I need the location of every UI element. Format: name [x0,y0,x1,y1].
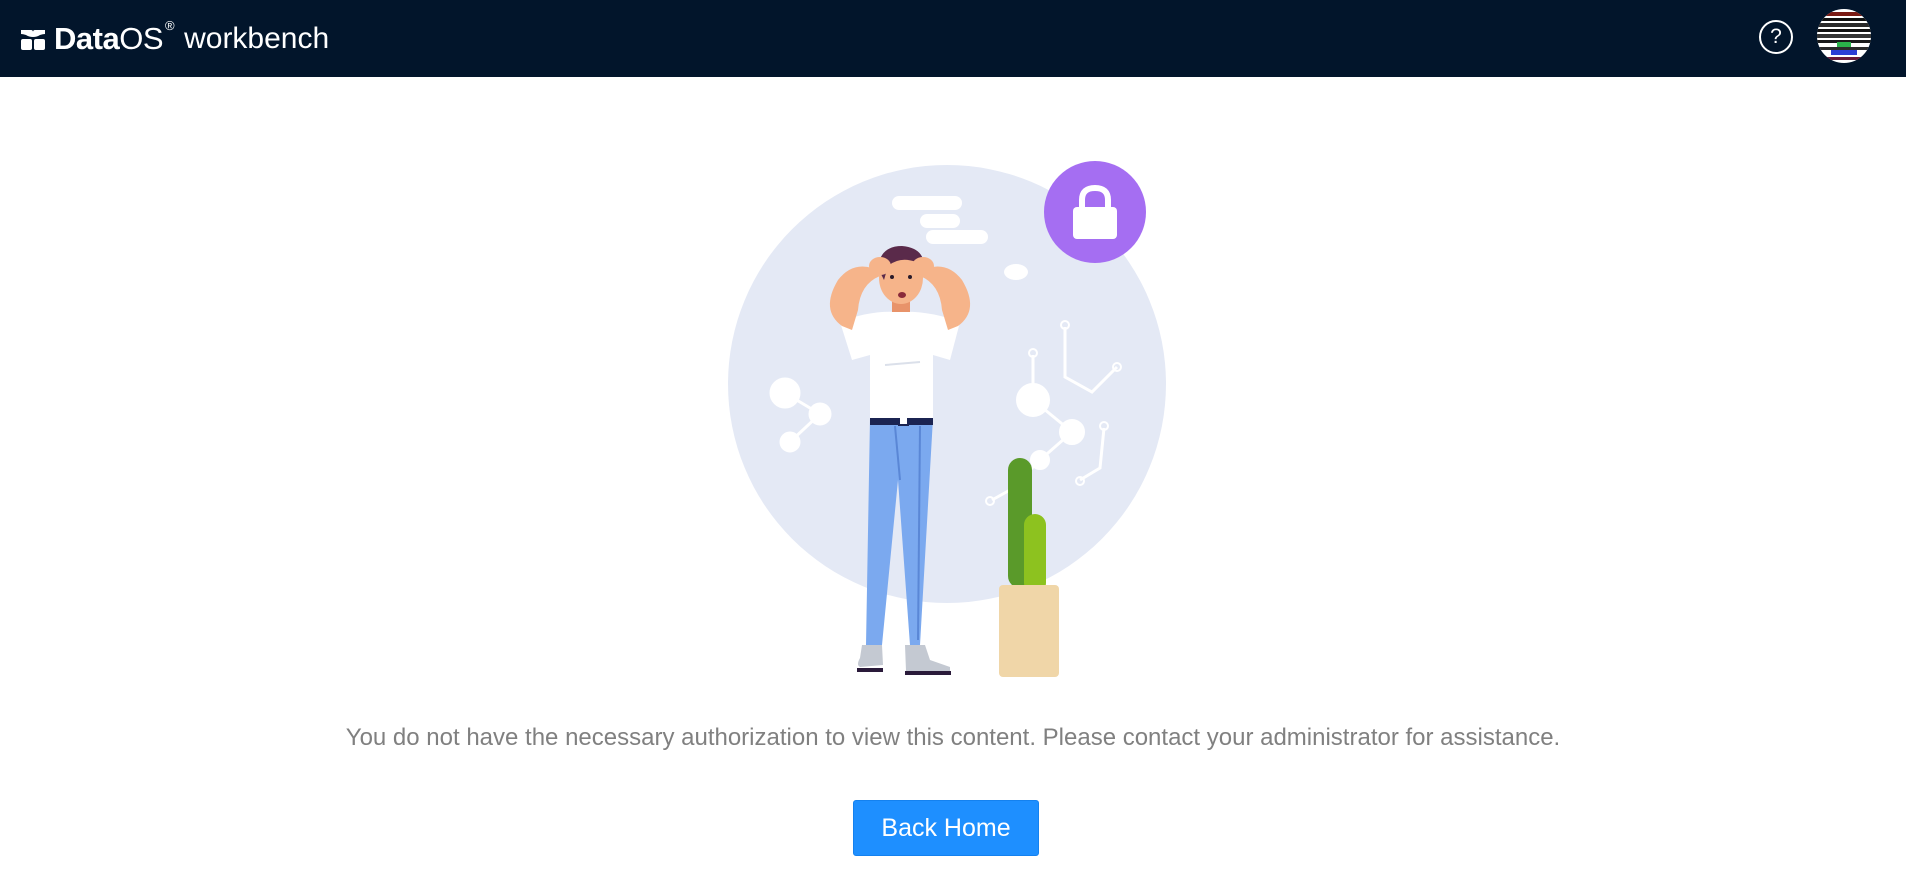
back-home-button[interactable]: Back Home [853,800,1039,856]
help-icon[interactable]: ? [1759,20,1793,54]
lock-icon [1044,161,1146,263]
brand-name-regular: OS [119,21,163,56]
brand-logo-link[interactable]: Data OS ® workbench [20,0,329,77]
access-denied-illustration [720,150,1180,680]
top-navigation-bar: Data OS ® workbench ? [0,0,1906,77]
brand-name: Data OS ® [54,19,175,56]
brand-name-bold: Data [54,21,120,56]
avatar-image [1817,9,1871,63]
access-denied-message: You do not have the necessary authorizat… [345,724,1561,751]
help-glyph: ? [1770,25,1782,48]
registered-mark: ® [165,18,175,33]
dataos-logo-icon [21,29,45,50]
user-avatar[interactable] [1817,9,1871,63]
brand-suffix: workbench [184,21,330,55]
